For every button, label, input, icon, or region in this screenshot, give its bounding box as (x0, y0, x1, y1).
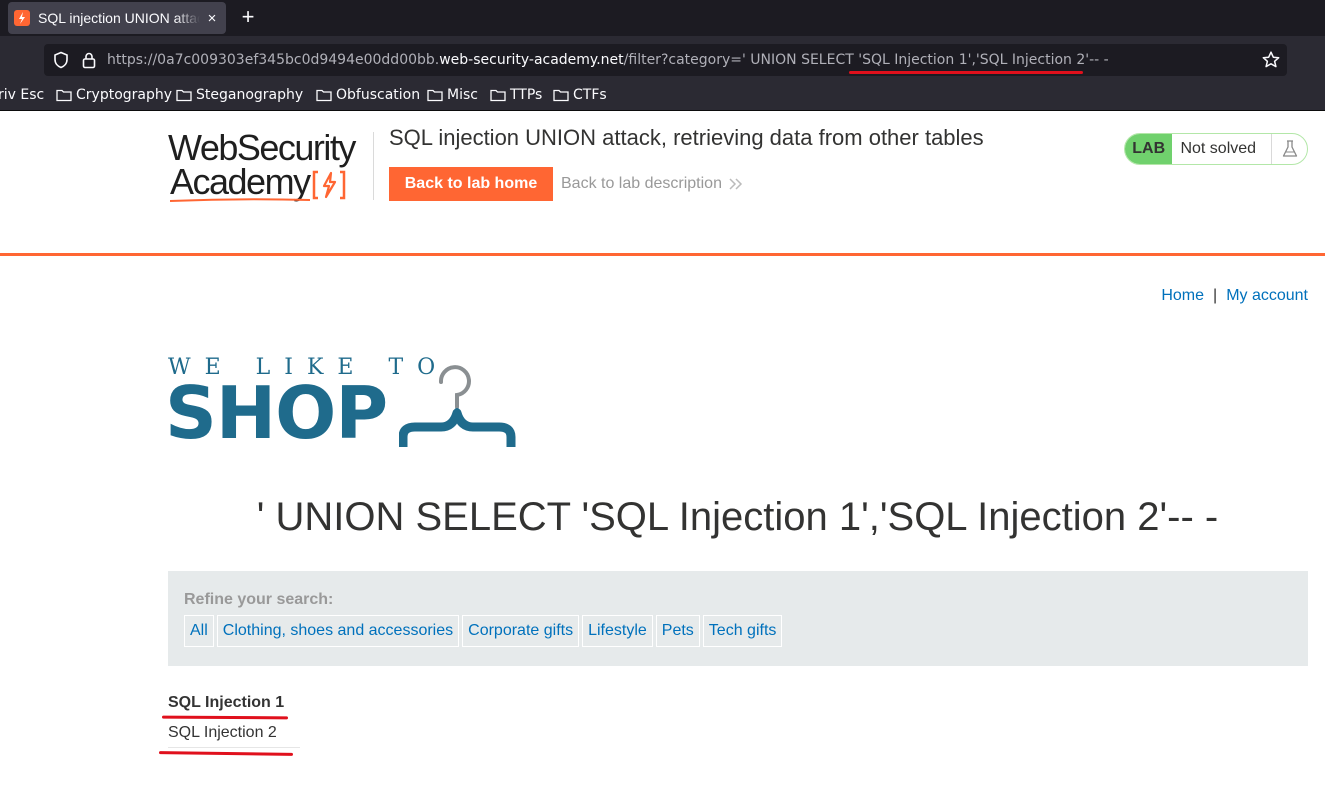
home-link[interactable]: Home (1161, 287, 1204, 304)
category-filters: All Clothing, shoes and accessories Corp… (184, 615, 783, 647)
bookmark-label: Misc (447, 87, 478, 103)
nav-separator: | (1213, 287, 1218, 304)
url-text[interactable]: https://0a7c009303ef345bc0d9494e00dd00bb… (107, 50, 1109, 70)
bookmark-ttps[interactable]: TTPs (490, 85, 542, 105)
double-chevron-right-icon (729, 178, 743, 190)
url-prefix: https://0a7c009303ef345bc0d9494e00dd00bb… (107, 52, 440, 68)
bookmark-obfuscation[interactable]: Obfuscation (316, 85, 420, 105)
result-item-description: SQL Injection 2 (168, 724, 277, 741)
filter-pets[interactable]: Pets (655, 615, 700, 647)
refine-search-panel: Refine your search: All Clothing, shoes … (168, 571, 1308, 666)
account-nav: Home | My account (1161, 287, 1308, 305)
bookmark-steganography[interactable]: Steganography (176, 85, 303, 105)
tab-bar: SQL injection UNION attack, retrieving d… (0, 0, 1325, 36)
portswigger-favicon-icon (14, 10, 30, 26)
lightning-bracket-icon (312, 170, 346, 200)
annotation-underline-result-2 (158, 751, 294, 756)
header-divider (373, 132, 374, 200)
result-divider (168, 747, 300, 748)
bookmark-cryptography[interactable]: Cryptography (56, 85, 172, 105)
bookmark-star-icon[interactable] (1261, 50, 1281, 70)
filter-all[interactable]: All (184, 615, 214, 647)
annotation-underline-url (849, 71, 1083, 74)
logo-underline-swoosh (170, 198, 310, 202)
bookmark-label: Obfuscation (336, 87, 421, 103)
back-to-lab-home-button[interactable]: Back to lab home (389, 167, 553, 201)
bookmark-priv-esc[interactable]: riv Esc (0, 85, 44, 105)
tracking-shield-icon[interactable] (52, 51, 70, 69)
logo-line-2: Academy (170, 161, 311, 202)
filter-lifestyle[interactable]: Lifestyle (582, 615, 653, 647)
lab-status-text: Not solved (1180, 140, 1257, 157)
search-results-heading: ' UNION SELECT 'SQL Injection 1','SQL In… (256, 495, 1219, 539)
folder-icon (553, 89, 569, 102)
bookmark-label: Cryptography (76, 87, 173, 103)
url-path: /filter?category=' UNION SELECT 'SQL Inj… (623, 52, 1109, 68)
result-item-title: SQL Injection 1 (168, 694, 285, 711)
bookmark-label: TTPs (510, 87, 543, 103)
folder-icon (490, 89, 506, 102)
we-like-to-shop-logo: WE LIKE TO SHOP (165, 355, 527, 455)
web-security-academy-logo[interactable]: WebSecurity Academy (168, 130, 370, 204)
folder-icon (176, 89, 192, 102)
clothes-hanger-icon (399, 365, 516, 447)
filter-tech-gifts[interactable]: Tech gifts (702, 615, 783, 647)
bookmark-label: riv Esc (0, 87, 45, 103)
browser-tab[interactable]: SQL injection UNION attack, retrieving d… (8, 2, 226, 34)
lab-title: SQL injection UNION attack, retrieving d… (389, 125, 984, 150)
my-account-link[interactable]: My account (1226, 287, 1308, 304)
lab-status-widget: LAB Not solved (1124, 133, 1308, 165)
refine-label: Refine your search: (184, 591, 334, 608)
tab-title: SQL injection UNION attack, retrieving d… (38, 10, 200, 26)
folder-icon (427, 89, 443, 102)
annotation-underline-result-1 (161, 715, 289, 720)
flask-icon (1271, 134, 1307, 164)
logo-shop-word: SHOP (165, 371, 388, 455)
close-tab-icon[interactable]: × (204, 10, 220, 27)
folder-icon (316, 89, 332, 102)
bookmark-misc[interactable]: Misc (427, 85, 478, 105)
back-to-lab-description-link[interactable]: Back to lab description (561, 175, 722, 193)
lock-icon[interactable] (81, 51, 97, 69)
bookmark-ctfs[interactable]: CTFs (553, 85, 607, 105)
filter-corporate-gifts[interactable]: Corporate gifts (462, 615, 580, 647)
new-tab-button[interactable]: + (236, 4, 260, 30)
bookmark-label: CTFs (573, 87, 607, 103)
filter-clothing[interactable]: Clothing, shoes and accessories (216, 615, 460, 647)
folder-icon (56, 89, 72, 102)
url-domain: web-security-academy.net (439, 52, 624, 68)
lab-badge: LAB (1125, 134, 1173, 164)
bookmark-label: Steganography (196, 87, 304, 103)
header-orange-rule (0, 253, 1325, 256)
